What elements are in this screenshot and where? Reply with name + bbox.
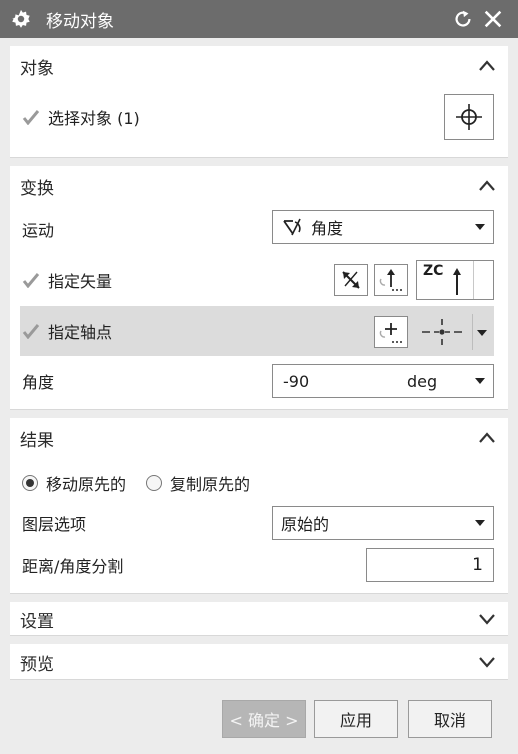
split-value: 1 — [472, 555, 483, 575]
chevron-down-icon — [475, 224, 485, 230]
radio-selected-dot — [26, 479, 34, 487]
split-input[interactable]: 1 — [366, 548, 494, 582]
settings-section-title: 设置 — [20, 611, 54, 632]
cancel-button[interactable]: 取消 — [408, 700, 492, 738]
point-type-divider — [472, 314, 473, 350]
angle-label: 角度 — [22, 373, 55, 392]
apply-button-label: 应用 — [339, 711, 372, 730]
angle-value: -90 — [283, 371, 310, 391]
crosshair-icon — [456, 104, 482, 130]
settings-section: 设置 — [10, 602, 508, 636]
window-title: 移动对象 — [46, 11, 114, 32]
chevron-down-icon[interactable] — [475, 378, 485, 384]
settings-section-header[interactable]: 设置 — [10, 602, 508, 636]
motion-label: 运动 — [22, 221, 55, 240]
layer-option-value: 原始的 — [281, 515, 330, 534]
checkmark-icon — [22, 110, 40, 125]
chevron-down-icon[interactable] — [478, 654, 496, 670]
title-bar: 移动对象 — [0, 0, 518, 38]
radio-move-original[interactable] — [22, 475, 38, 491]
radio-move-label[interactable]: 移动原先的 — [46, 471, 126, 495]
motion-value: 角度 — [311, 219, 344, 238]
chevron-down-icon — [477, 330, 487, 336]
point-type-dropdown[interactable] — [416, 314, 494, 350]
select-object-button[interactable] — [444, 94, 494, 140]
transform-section-title: 变换 — [20, 178, 54, 199]
object-section-title: 对象 — [20, 58, 54, 79]
transform-section: 变换 运动 角度 指定矢量 ZC 指定轴点 角度 -90 deg — [10, 166, 508, 410]
cancel-button-label: 取消 — [433, 711, 466, 730]
chevron-up-icon[interactable] — [478, 178, 496, 194]
preview-section: 预览 — [10, 644, 508, 680]
chevron-up-icon[interactable] — [478, 58, 496, 74]
checkmark-icon — [22, 324, 40, 339]
preview-section-header[interactable]: 预览 — [10, 644, 508, 680]
radio-copy-original[interactable] — [146, 475, 163, 491]
result-section-header[interactable]: 结果 — [10, 418, 508, 458]
split-label: 距离/角度分割 — [22, 557, 124, 576]
vector-axis-label: ZC — [423, 263, 444, 279]
zc-arrow-icon — [453, 268, 461, 295]
chevron-down-icon[interactable] — [478, 611, 496, 627]
reverse-direction-icon — [342, 271, 360, 289]
transform-section-header[interactable]: 变换 — [10, 166, 508, 206]
vector-type-divider — [473, 261, 474, 299]
close-icon[interactable] — [482, 8, 504, 30]
angle-input[interactable]: -90 deg — [272, 364, 494, 398]
result-section: 结果 移动原先的 复制原先的 图层选项 原始的 距离/角度分割 1 — [10, 418, 508, 594]
preview-section-title: 预览 — [20, 654, 54, 675]
gear-icon[interactable] — [10, 8, 32, 30]
select-object-label: 选择对象 (1) — [48, 109, 140, 128]
layer-option-label: 图层选项 — [22, 515, 87, 534]
reset-icon[interactable] — [452, 8, 474, 30]
angle-motion-icon — [283, 218, 301, 236]
vector-type-dropdown[interactable]: ZC — [416, 260, 494, 300]
motion-dropdown[interactable]: 角度 — [272, 210, 494, 244]
ok-button-label: < 确定 > — [229, 711, 299, 730]
chevron-down-icon — [475, 520, 485, 526]
vector-constructor-icon — [379, 269, 402, 291]
vector-label: 指定矢量 — [48, 272, 113, 291]
object-section-header[interactable]: 对象 — [10, 46, 508, 86]
apply-button[interactable]: 应用 — [314, 700, 398, 738]
select-object-row: 选择对象 (1) — [22, 98, 500, 136]
angle-unit[interactable]: deg — [407, 372, 437, 391]
checkmark-icon — [22, 273, 40, 288]
result-section-title: 结果 — [20, 430, 54, 451]
chevron-up-icon[interactable] — [478, 430, 496, 446]
reverse-direction-button[interactable] — [334, 264, 368, 296]
point-crosshair-icon — [422, 319, 462, 345]
point-dialog-button[interactable] — [374, 316, 408, 348]
radio-row: 移动原先的 复制原先的 — [22, 464, 500, 502]
pivot-label: 指定轴点 — [48, 323, 113, 342]
radio-copy-label[interactable]: 复制原先的 — [170, 471, 250, 495]
ok-button[interactable]: < 确定 > — [222, 700, 306, 738]
object-section: 对象 选择对象 (1) — [10, 46, 508, 158]
layer-option-dropdown[interactable]: 原始的 — [272, 506, 494, 540]
point-constructor-icon — [379, 323, 402, 343]
vector-dialog-button[interactable] — [374, 264, 408, 296]
